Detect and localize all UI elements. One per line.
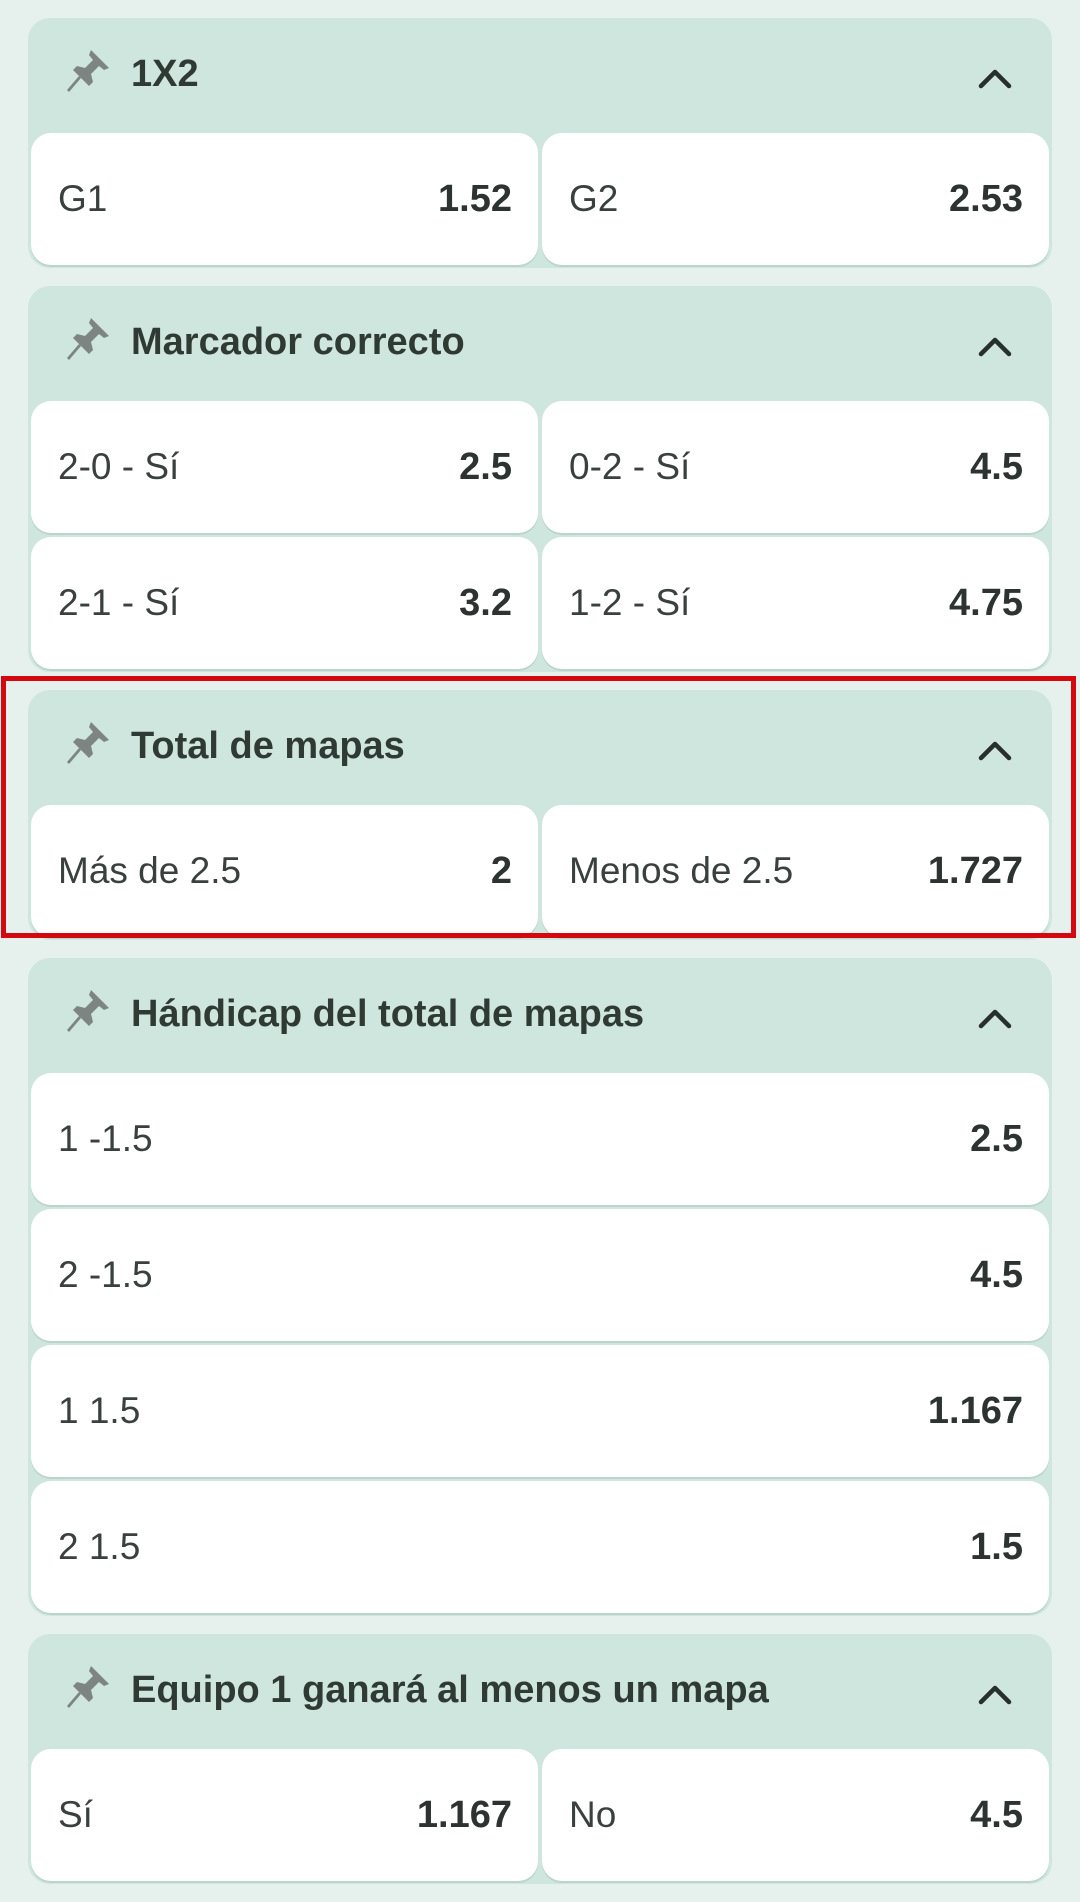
- chevron-up-icon[interactable]: [975, 326, 1015, 366]
- chevron-up-icon[interactable]: [975, 730, 1015, 770]
- odd-value: 3.2: [459, 581, 512, 624]
- odd-button[interactable]: 2 1.5 1.5: [31, 1481, 1049, 1613]
- market-header[interactable]: Total de mapas: [31, 690, 1049, 805]
- odd-button[interactable]: No 4.5: [542, 1749, 1049, 1881]
- odd-button[interactable]: 2 -1.5 4.5: [31, 1209, 1049, 1341]
- odd-value: 2: [490, 849, 512, 892]
- odd-value: 1.5: [970, 1525, 1023, 1568]
- odd-label: 1 -1.5: [58, 1118, 153, 1159]
- pin-icon[interactable]: [61, 42, 117, 98]
- odd-button[interactable]: Más de 2.5 2: [31, 805, 538, 937]
- odd-button[interactable]: 2-1 - Sí 3.2: [31, 537, 538, 669]
- market-equipo-1-ganara-mapa: Equipo 1 ganará al menos un mapa Sí 1.16…: [28, 1634, 1052, 1884]
- market-header[interactable]: Marcador correcto: [31, 286, 1049, 401]
- odd-button[interactable]: 2-0 - Sí 2.5: [31, 401, 538, 533]
- odd-button-g1[interactable]: G1 1.52: [31, 133, 538, 265]
- odd-button[interactable]: 0-2 - Sí 4.5: [542, 401, 1049, 533]
- odd-label: Menos de 2.5: [569, 850, 794, 891]
- chevron-up-icon[interactable]: [975, 998, 1015, 1038]
- pin-icon[interactable]: [61, 714, 117, 770]
- odd-label: G2: [569, 178, 619, 219]
- odd-label: Más de 2.5: [58, 850, 242, 891]
- odds-grid: G1 1.52 G2 2.53: [31, 133, 1049, 265]
- chevron-up-icon[interactable]: [975, 1674, 1015, 1714]
- odd-label: Sí: [58, 1794, 93, 1835]
- odd-value: 2.5: [970, 1117, 1023, 1160]
- market-handicap-total-de-mapas: Hándicap del total de mapas 1 -1.5 2.5 2…: [28, 958, 1052, 1616]
- odd-button[interactable]: 1 1.5 1.167: [31, 1345, 1049, 1477]
- market-1x2: 1X2 G1 1.52 G2 2.53: [28, 18, 1052, 268]
- pin-icon[interactable]: [61, 310, 117, 366]
- odds-grid: Más de 2.5 2 Menos de 2.5 1.727: [31, 805, 1049, 937]
- market-header[interactable]: 1X2: [31, 18, 1049, 133]
- market-title: Hándicap del total de mapas: [131, 993, 645, 1035]
- odd-value: 1.727: [927, 849, 1023, 892]
- odd-value: 2.5: [459, 445, 512, 488]
- odd-value: 1.167: [416, 1793, 512, 1836]
- market-title: Total de mapas: [131, 725, 405, 767]
- market-header[interactable]: Equipo 1 ganará al menos un mapa: [31, 1634, 1049, 1749]
- pin-icon[interactable]: [61, 1658, 117, 1714]
- odd-value: 1.52: [438, 177, 512, 220]
- odd-label: 0-2 - Sí: [569, 446, 691, 487]
- odd-button[interactable]: Sí 1.167: [31, 1749, 538, 1881]
- odd-value: 1.167: [927, 1389, 1023, 1432]
- market-title: 1X2: [131, 53, 199, 95]
- odd-button-g2[interactable]: G2 2.53: [542, 133, 1049, 265]
- odd-label: No: [569, 1794, 617, 1835]
- odd-button[interactable]: Menos de 2.5 1.727: [542, 805, 1049, 937]
- odd-label: 2 1.5: [58, 1526, 141, 1567]
- odd-label: 1-2 - Sí: [569, 582, 691, 623]
- odd-label: 2-0 - Sí: [58, 446, 180, 487]
- market-marcador-correcto: Marcador correcto 2-0 - Sí 2.5 0-2 - Sí …: [28, 286, 1052, 672]
- odd-button[interactable]: 1-2 - Sí 4.75: [542, 537, 1049, 669]
- odd-label: 1 1.5: [58, 1390, 141, 1431]
- market-title: Equipo 1 ganará al menos un mapa: [131, 1669, 769, 1711]
- odd-value: 4.5: [970, 445, 1023, 488]
- markets-list: 1X2 G1 1.52 G2 2.53 Marcador correcto 2-…: [28, 18, 1052, 1902]
- market-title: Marcador correcto: [131, 321, 465, 363]
- pin-icon[interactable]: [61, 982, 117, 1038]
- odds-grid: Sí 1.167 No 4.5: [31, 1749, 1049, 1881]
- odd-label: 2 -1.5: [58, 1254, 153, 1295]
- odd-value: 4.75: [949, 581, 1023, 624]
- odd-label: 2-1 - Sí: [58, 582, 180, 623]
- odd-value: 2.53: [949, 177, 1023, 220]
- chevron-up-icon[interactable]: [975, 58, 1015, 98]
- odd-button[interactable]: 1 -1.5 2.5: [31, 1073, 1049, 1205]
- market-total-de-mapas: Total de mapas Más de 2.5 2 Menos de 2.5…: [28, 690, 1052, 940]
- odd-value: 4.5: [970, 1253, 1023, 1296]
- odd-label: G1: [58, 178, 108, 219]
- odds-grid: 1 -1.5 2.5 2 -1.5 4.5 1 1.5 1.167 2 1.5 …: [31, 1073, 1049, 1613]
- odds-grid: 2-0 - Sí 2.5 0-2 - Sí 4.5 2-1 - Sí 3.2 1…: [31, 401, 1049, 669]
- market-header[interactable]: Hándicap del total de mapas: [31, 958, 1049, 1073]
- odd-value: 4.5: [970, 1793, 1023, 1836]
